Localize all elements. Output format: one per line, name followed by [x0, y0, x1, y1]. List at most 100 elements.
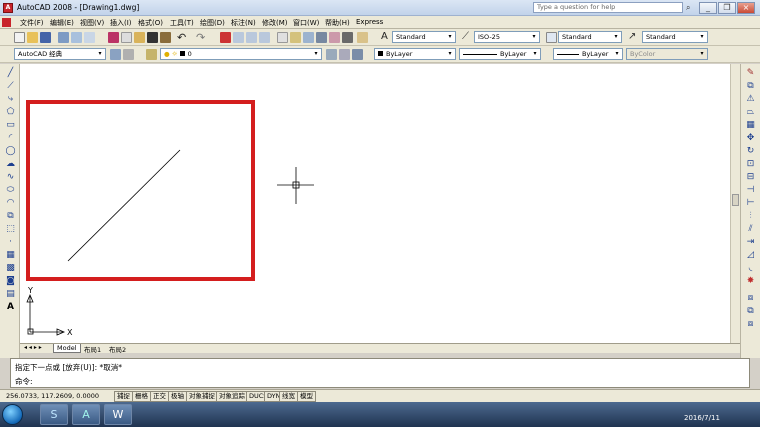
zoom-realtime-icon[interactable] — [233, 32, 244, 43]
multileader-style-select[interactable]: Standard ▾ — [642, 31, 708, 43]
menu-dimension[interactable]: 标注(N) — [231, 18, 256, 28]
chamfer-icon[interactable]: ◿ — [745, 250, 756, 261]
draw-order-icon[interactable]: ⧈ — [745, 293, 756, 304]
table-icon[interactable]: ▤ — [5, 289, 16, 300]
layout-nav-arrows[interactable]: ◂ ◂ ▸ ▸ — [24, 344, 42, 351]
extend-icon[interactable]: ⊢ — [745, 198, 756, 209]
match-properties-icon[interactable] — [147, 32, 158, 43]
revision-cloud-icon[interactable]: ☁ — [5, 159, 16, 170]
paste-icon[interactable] — [134, 32, 145, 43]
tab-layout2[interactable]: 布局2 — [106, 344, 129, 354]
ellipse-arc-icon[interactable]: ◠ — [5, 198, 16, 209]
circle-icon[interactable]: ◯ — [5, 146, 16, 157]
workspace-select[interactable]: AutoCAD 经典 ▾ — [14, 48, 106, 60]
markup-icon[interactable] — [329, 32, 340, 43]
command-window[interactable]: 指定下一点或 [放弃(U)]: *取消* 命令: — [10, 358, 750, 388]
taskbar-app-word[interactable]: W — [104, 404, 132, 425]
multiline-text-icon[interactable]: A — [5, 302, 16, 313]
menu-help[interactable]: 帮助(H) — [325, 18, 350, 28]
make-block-icon[interactable]: ⬚ — [5, 224, 16, 235]
rectangle-icon[interactable]: ▭ — [5, 120, 16, 131]
undo-icon[interactable]: ↶ — [177, 31, 186, 44]
line-tool-icon[interactable]: ╱ — [5, 68, 16, 79]
lineweight-toggle[interactable]: 线宽 — [279, 391, 298, 402]
menu-modify[interactable]: 修改(M) — [262, 18, 288, 28]
gradient-icon[interactable]: ▩ — [5, 263, 16, 274]
command-prompt[interactable]: 命令: — [15, 376, 33, 387]
pan-icon[interactable] — [220, 32, 231, 43]
hatch-icon[interactable]: ▦ — [5, 250, 16, 261]
move-icon[interactable]: ✥ — [745, 133, 756, 144]
vertical-scrollbar[interactable] — [730, 64, 740, 343]
workspace-settings-icon[interactable] — [110, 49, 121, 60]
stretch-icon[interactable]: ⊟ — [745, 172, 756, 183]
ortho-toggle[interactable]: 正交 — [150, 391, 169, 402]
taskbar-app-s[interactable]: S — [40, 404, 68, 425]
open-folder-icon[interactable] — [27, 32, 38, 43]
ellipse-icon[interactable]: ⬭ — [5, 185, 16, 196]
minimize-button[interactable]: _ — [699, 2, 717, 14]
layer-manager-icon[interactable] — [146, 49, 157, 60]
make-current-layer-icon[interactable] — [326, 49, 337, 60]
bring-to-front-icon[interactable]: ⧉ — [745, 306, 756, 317]
calculator-icon[interactable] — [342, 32, 353, 43]
coordinate-readout[interactable]: 256.0733, 117.2609, 0.0000 — [6, 392, 99, 400]
zoom-previous-icon[interactable] — [259, 32, 270, 43]
break-icon[interactable]: ⫽ — [745, 224, 756, 235]
search-icon[interactable]: ⌕ — [686, 3, 696, 13]
table-style-select[interactable]: Standard ▾ — [558, 31, 622, 43]
block-editor-icon[interactable] — [160, 32, 171, 43]
tab-model[interactable]: Model — [53, 344, 81, 353]
break-at-point-icon[interactable]: ⫶ — [745, 211, 756, 222]
menu-view[interactable]: 视图(V) — [80, 18, 104, 28]
mirror-icon[interactable]: ⚠ — [745, 94, 756, 105]
new-file-icon[interactable] — [14, 32, 25, 43]
scale-icon[interactable]: ⊡ — [745, 159, 756, 170]
join-icon[interactable]: ⇥ — [745, 237, 756, 248]
snap-toggle[interactable]: 捕捉 — [114, 391, 133, 402]
dim-style-select[interactable]: ISO-25 ▾ — [474, 31, 540, 43]
linetype-select[interactable]: ByLayer ▾ — [459, 48, 541, 60]
lineweight-select[interactable]: ByLayer ▾ — [553, 48, 623, 60]
trim-icon[interactable]: ⊣ — [745, 185, 756, 196]
copy-object-icon[interactable]: ⧉ — [745, 81, 756, 92]
polar-toggle[interactable]: 极轴 — [168, 391, 187, 402]
scrollbar-thumb[interactable] — [732, 194, 739, 206]
insert-block-icon[interactable]: ⧉ — [5, 211, 16, 222]
menu-express[interactable]: Express — [356, 18, 383, 26]
redo-icon[interactable]: ↷ — [196, 31, 205, 44]
offset-icon[interactable]: ⏢ — [745, 107, 756, 118]
layer-states-icon[interactable] — [352, 49, 363, 60]
plot-preview-icon[interactable] — [71, 32, 82, 43]
color-select[interactable]: ByLayer ▾ — [374, 48, 456, 60]
menu-insert[interactable]: 插入(I) — [110, 18, 132, 28]
restore-button[interactable]: ❐ — [718, 2, 736, 14]
menu-draw[interactable]: 绘图(D) — [200, 18, 225, 28]
plot-icon[interactable] — [58, 32, 69, 43]
design-center-icon[interactable] — [290, 32, 301, 43]
autocad-app-icon[interactable]: A — [3, 3, 13, 13]
tab-layout1[interactable]: 布局1 — [81, 344, 104, 354]
region-icon[interactable]: ◙ — [5, 276, 16, 287]
send-to-back-icon[interactable]: ⧈ — [745, 319, 756, 330]
construction-line-icon[interactable]: ⟋ — [5, 81, 16, 92]
menu-window[interactable]: 窗口(W) — [293, 18, 319, 28]
spline-icon[interactable]: ∿ — [5, 172, 16, 183]
taskbar-app-autocad[interactable]: A — [72, 404, 100, 425]
drawing-canvas[interactable]: Y X — [20, 64, 730, 343]
save-icon[interactable] — [40, 32, 51, 43]
menu-edit[interactable]: 编辑(E) — [50, 18, 74, 28]
document-icon[interactable] — [2, 18, 11, 27]
copy-icon[interactable] — [121, 32, 132, 43]
tool-palettes-icon[interactable] — [303, 32, 314, 43]
rotate-icon[interactable]: ↻ — [745, 146, 756, 157]
menu-tools[interactable]: 工具(T) — [170, 18, 194, 28]
model-toggle[interactable]: 模型 — [297, 391, 316, 402]
fillet-icon[interactable]: ◟ — [745, 263, 756, 274]
menu-file[interactable]: 文件(F) — [20, 18, 44, 28]
point-icon[interactable]: · — [5, 237, 16, 248]
layer-previous-icon[interactable] — [339, 49, 350, 60]
sheet-set-icon[interactable] — [316, 32, 327, 43]
publish-icon[interactable] — [84, 32, 95, 43]
array-icon[interactable]: ▦ — [745, 120, 756, 131]
